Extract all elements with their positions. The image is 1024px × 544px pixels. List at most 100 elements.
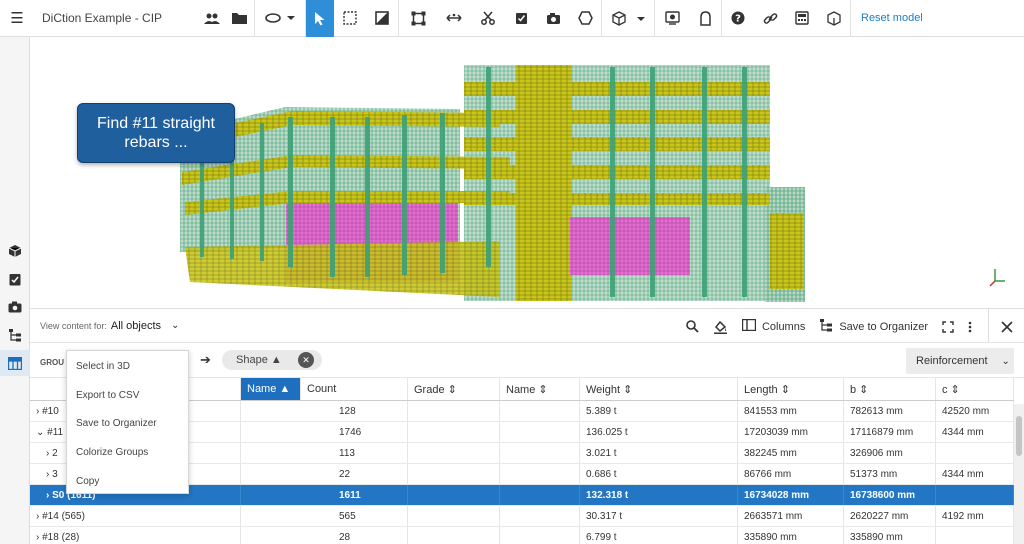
table-row[interactable]: › #18 (28) 28 6.799 t 335890 mm 335890 mm: [30, 527, 1014, 544]
3d-viewport[interactable]: Find #11 straight rebars ...: [30, 37, 1024, 308]
reinforcement-dropdown[interactable]: Reinforcement ⌄: [906, 348, 1014, 374]
search-icon[interactable]: [686, 320, 699, 333]
left-sidebar: [0, 37, 30, 544]
view-content-label: View content for:: [40, 320, 107, 331]
b-cell: 326906 mm: [844, 443, 936, 463]
checklist-icon[interactable]: [505, 0, 537, 37]
weight-cell: 5.389 t: [580, 401, 738, 421]
scrollbar-thumb[interactable]: [1016, 416, 1022, 456]
table-view-icon[interactable]: [0, 350, 30, 376]
count-cell: 1611: [241, 485, 408, 505]
camera-rail-icon[interactable]: [0, 294, 30, 320]
select-pointer-icon[interactable]: [306, 0, 334, 37]
c-cell: 42520 mm: [936, 401, 1014, 421]
section-tool-icon[interactable]: [366, 0, 398, 37]
name-cell: [500, 464, 580, 484]
menu-item-copy[interactable]: Copy: [76, 476, 99, 487]
column-header-count[interactable]: Count: [301, 378, 408, 400]
calculator-icon[interactable]: [786, 0, 818, 37]
shield-cube-icon[interactable]: [818, 0, 850, 37]
folder-icon[interactable]: [224, 0, 254, 37]
hierarchy-icon[interactable]: [0, 322, 30, 348]
save-to-organizer-button[interactable]: Save to Organizer: [819, 318, 928, 335]
c-cell: [936, 485, 1014, 505]
panel-header: View content for: All objects ⌄ Columns …: [30, 308, 1024, 344]
lock-outline-icon[interactable]: [689, 0, 721, 37]
count-cell: 128: [241, 401, 408, 421]
count-cell: 565: [241, 506, 408, 526]
c-cell: [936, 527, 1014, 544]
weight-cell: 30.317 t: [580, 506, 738, 526]
reinforcement-label: Reinforcement: [916, 355, 988, 367]
menu-item-colorize-groups[interactable]: Colorize Groups: [76, 447, 148, 458]
checklist-rail-icon[interactable]: [0, 266, 30, 292]
b-cell: 51373 mm: [844, 464, 936, 484]
chip-close-icon[interactable]: ✕: [298, 352, 314, 368]
expand-icon[interactable]: [942, 320, 954, 333]
camera-icon[interactable]: [537, 0, 569, 37]
grade-cell: [408, 443, 500, 463]
menu-item-select-in-3d[interactable]: Select in 3D: [76, 361, 130, 372]
paint-bucket-icon[interactable]: [713, 320, 728, 334]
more-options-icon[interactable]: [968, 321, 972, 333]
column-header-name-2[interactable]: Name ⇕: [500, 378, 580, 400]
columns-button[interactable]: Columns: [741, 318, 805, 334]
count-cell: 113: [241, 443, 408, 463]
column-header-grade[interactable]: Grade ⇕: [408, 378, 500, 400]
table-scrollbar[interactable]: [1014, 404, 1024, 544]
link-icon[interactable]: [754, 0, 786, 37]
count-cell: 22: [241, 464, 408, 484]
context-menu: Select in 3D Export to CSV Save to Organ…: [66, 350, 189, 494]
group-label: GROU: [40, 358, 64, 367]
view-content-dropdown[interactable]: All objects: [111, 320, 161, 332]
menu-item-save-to-organizer[interactable]: Save to Organizer: [76, 418, 157, 429]
grade-cell: [408, 485, 500, 505]
weight-cell: 136.025 t: [580, 422, 738, 442]
app-title: DiCtion Example - CIP: [42, 11, 163, 25]
weight-cell: 132.318 t: [580, 485, 738, 505]
cube-icon[interactable]: [0, 238, 30, 264]
hexagon-icon[interactable]: [569, 0, 601, 37]
weight-cell: 6.799 t: [580, 527, 738, 544]
grade-cell: [408, 401, 500, 421]
name-cell: [500, 401, 580, 421]
grade-cell: [408, 422, 500, 442]
c-cell: 4344 mm: [936, 422, 1014, 442]
svg-text:?: ?: [735, 14, 741, 25]
c-cell: [936, 443, 1014, 463]
users-icon[interactable]: [200, 0, 224, 37]
b-cell: 335890 mm: [844, 527, 936, 544]
column-header-length[interactable]: Length ⇕: [738, 378, 844, 400]
grade-cell: [408, 464, 500, 484]
measure-icon[interactable]: [437, 0, 471, 37]
length-cell: 16734028 mm: [738, 485, 844, 505]
close-icon[interactable]: [988, 309, 1024, 344]
column-header-weight[interactable]: Weight ⇕: [580, 378, 738, 400]
chevron-down-icon[interactable]: ⌄: [171, 320, 179, 331]
column-header-c[interactable]: c ⇕: [936, 378, 1014, 400]
b-cell: 782613 mm: [844, 401, 936, 421]
scissors-icon[interactable]: [471, 0, 505, 37]
chevron-down-icon: ⌄: [1001, 355, 1010, 367]
cube-dropdown-icon[interactable]: [602, 0, 654, 37]
column-header-b[interactable]: b ⇕: [844, 378, 936, 400]
clip-box-icon[interactable]: [399, 0, 437, 37]
name-cell: [500, 485, 580, 505]
view-settings-icon[interactable]: [655, 0, 689, 37]
b-cell: 2620227 mm: [844, 506, 936, 526]
arrow-right-icon: ➔: [200, 352, 211, 367]
help-icon[interactable]: ?: [722, 0, 754, 37]
column-header-name[interactable]: Name ▲: [241, 378, 301, 400]
panel-tools: Columns Save to Organizer: [686, 309, 1024, 344]
tree-cell: › #18 (28): [30, 527, 241, 544]
orbit-dropdown-icon[interactable]: [255, 0, 305, 37]
count-cell: 28: [241, 527, 408, 544]
table-row[interactable]: › #14 (565) 565 30.317 t 2663571 mm 2620227 …: [30, 506, 1014, 527]
reset-model-link[interactable]: Reset model: [851, 12, 923, 24]
instruction-callout: Find #11 straight rebars ...: [77, 103, 235, 163]
menu-item-export-csv[interactable]: Export to CSV: [76, 390, 139, 401]
name-cell: [500, 422, 580, 442]
tree-cell: › #14 (565): [30, 506, 241, 526]
box-select-icon[interactable]: [334, 0, 366, 37]
hamburger-menu-icon[interactable]: ☰: [0, 0, 34, 37]
